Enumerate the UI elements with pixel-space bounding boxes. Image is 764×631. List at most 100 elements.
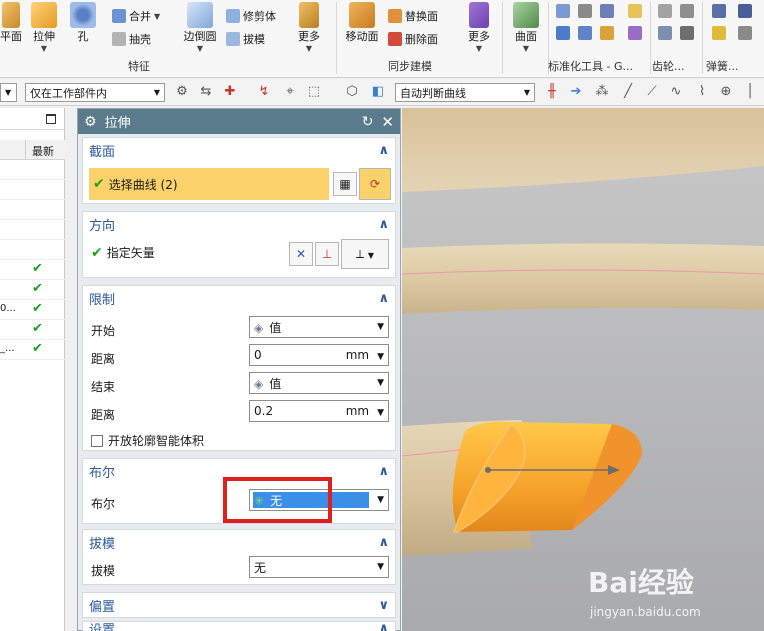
follow-fillet-icon[interactable]: ➔ <box>568 84 584 100</box>
line-icon[interactable]: ╱ <box>620 84 636 100</box>
chevron-up-icon[interactable]: ∧ <box>378 291 389 306</box>
graphics-viewport[interactable]: Bai经验 jingyan.baidu.com <box>402 108 764 631</box>
circle-icon[interactable]: ⊕ <box>718 84 734 100</box>
close-icon[interactable]: ✕ <box>381 113 394 131</box>
stop-at-intersection-icon[interactable]: ╫ <box>544 84 560 100</box>
std-tool-icon-7[interactable] <box>628 4 642 18</box>
reset-icon[interactable]: ↻ <box>362 114 374 130</box>
hole-button[interactable]: 孔 <box>68 2 98 44</box>
tree-row[interactable] <box>0 220 65 240</box>
spring-tool-icon-4[interactable] <box>738 26 752 40</box>
snap-icon[interactable]: ⚙ <box>174 84 190 100</box>
selection-scope-select[interactable]: 仅在工作部件内 ▼ <box>25 83 165 102</box>
reverse-direction-button[interactable]: ✕ <box>289 242 313 266</box>
tree-row[interactable]: ✔ <box>0 260 65 280</box>
tree-row[interactable] <box>0 200 65 220</box>
feature-curve-icon[interactable]: ⁂ <box>594 84 610 100</box>
column-latest[interactable]: 最新 <box>32 143 54 159</box>
start-label: 开始 <box>91 324 116 338</box>
gear-icon[interactable]: ⚙ <box>84 114 97 130</box>
std-tool-icon-3[interactable] <box>600 4 614 18</box>
std-tool-icon-5[interactable] <box>578 26 592 40</box>
check-icon: ✔ <box>32 321 43 336</box>
draft-button[interactable]: 拔模 <box>226 31 265 47</box>
trim-body-button[interactable]: 修剪体 <box>226 8 276 24</box>
point-snap-icon[interactable]: ✚ <box>222 84 238 100</box>
chevron-up-icon[interactable]: ∧ <box>378 143 389 158</box>
spring-tool-icon-1[interactable] <box>712 4 726 18</box>
body-filter-icon[interactable]: ◧ <box>370 84 386 100</box>
chevron-up-icon[interactable]: ∧ <box>378 464 389 479</box>
check-icon: ✔ <box>32 301 43 316</box>
poly-icon[interactable]: ⌇ <box>694 84 710 100</box>
tree-row[interactable] <box>0 240 65 260</box>
vector-type-dropdown[interactable]: ⟂ ▼ <box>341 239 389 269</box>
end-distance-input[interactable]: 0.2 mm ▼ <box>249 400 389 422</box>
section-header[interactable]: 方向 ∧ <box>83 212 395 236</box>
tree-row[interactable] <box>0 180 65 200</box>
quick-pick-icon[interactable]: ⌖ <box>282 84 298 100</box>
tree-row[interactable]: ✔ <box>0 320 65 340</box>
more-feature-button[interactable]: 更多 ▼ <box>292 2 326 53</box>
open-profile-checkbox[interactable] <box>91 434 103 447</box>
section-header[interactable]: 偏置 ∨ <box>83 593 395 617</box>
unite-button[interactable]: 合并 ▼ <box>112 8 160 24</box>
section-header[interactable]: 拔模 ∧ <box>83 530 395 554</box>
gear-tool-icon-4[interactable] <box>680 26 694 40</box>
link-icon[interactable]: ⇆ <box>198 84 214 100</box>
spline-icon[interactable]: ∿ <box>668 84 684 100</box>
end-mode-select[interactable]: ◈ 值 ▼ <box>249 372 389 394</box>
chevron-up-icon[interactable]: ∧ <box>378 217 389 232</box>
draft-select[interactable]: 无 ▼ <box>249 556 389 578</box>
gear-tool-icon-3[interactable] <box>658 26 672 40</box>
tree-row[interactable] <box>0 160 65 180</box>
gear-tool-icon-1[interactable] <box>658 4 672 18</box>
line-2-icon[interactable]: ⟋ <box>644 84 660 100</box>
filter-combo-stub[interactable]: ▼ <box>0 83 17 102</box>
sketch-section-button[interactable]: ▦ <box>333 172 357 196</box>
plane-button[interactable]: 平面 <box>0 2 22 44</box>
shell-button[interactable]: 抽壳 <box>112 31 151 47</box>
select-curve-row[interactable]: ✔ 选择曲线 (2) <box>89 168 329 200</box>
tree-row[interactable]: ✔ <box>0 280 65 300</box>
replace-face-button[interactable]: 替换面 <box>388 8 438 24</box>
section-header[interactable]: 设置 ∧ <box>83 622 395 631</box>
surface-button[interactable]: 曲面 ▼ <box>506 2 546 53</box>
chevron-up-icon[interactable]: ∧ <box>378 622 389 631</box>
curve-rule-select[interactable]: 自动判断曲线 ▼ <box>395 83 535 102</box>
vertical-line-icon[interactable]: │ <box>742 84 758 100</box>
vector-dialog-button[interactable]: ⊥ <box>315 242 339 266</box>
spring-tool-icon-3[interactable] <box>712 26 726 40</box>
rect-select-icon[interactable]: ⬚ <box>306 84 322 100</box>
check-icon: ✔ <box>32 281 43 296</box>
edge-blend-button[interactable]: 边倒圆 ▼ <box>178 2 222 53</box>
tree-row[interactable]: _... ✔ <box>0 340 65 360</box>
face-filter-icon[interactable]: ⬡ <box>344 84 360 100</box>
move-face-button[interactable]: 移动面 <box>340 2 384 44</box>
std-tool-icon-4[interactable] <box>556 26 570 40</box>
std-tool-icon-6[interactable] <box>600 26 614 40</box>
section-header[interactable]: 截面 ∧ <box>83 138 395 162</box>
end-distance-label: 距离 <box>91 408 116 422</box>
maximize-icon[interactable] <box>46 114 56 124</box>
chevron-down-icon: ▼ <box>377 378 384 388</box>
spring-tool-icon-2[interactable] <box>738 4 752 18</box>
start-distance-input[interactable]: 0 mm ▼ <box>249 344 389 366</box>
extrude-button[interactable]: 拉伸 ▼ <box>28 2 60 53</box>
more-sync-button[interactable]: 更多 ▼ <box>462 2 496 53</box>
chevron-down-icon[interactable]: ∨ <box>378 598 389 613</box>
specify-vector-row[interactable]: ✔ 指定矢量 <box>91 244 155 261</box>
start-mode-select[interactable]: ◈ 值 ▼ <box>249 316 389 338</box>
gear-tool-icon-2[interactable] <box>680 4 694 18</box>
section-header[interactable]: 限制 ∧ <box>83 286 395 310</box>
std-tool-icon-2[interactable] <box>578 4 592 18</box>
arrow-icon[interactable]: ↯ <box>256 84 272 100</box>
delete-face-button[interactable]: 删除面 <box>388 31 438 47</box>
chevron-up-icon[interactable]: ∧ <box>378 535 389 550</box>
std-tool-icon-8[interactable] <box>628 26 642 40</box>
tree-row[interactable]: 0... ✔ <box>0 300 65 320</box>
curve-select-button[interactable]: ⟳ <box>359 168 391 200</box>
end-label: 结束 <box>91 380 116 394</box>
std-tool-icon-1[interactable] <box>556 4 570 18</box>
open-profile-checkbox-row[interactable]: 开放轮廓智能体积 <box>91 432 204 449</box>
